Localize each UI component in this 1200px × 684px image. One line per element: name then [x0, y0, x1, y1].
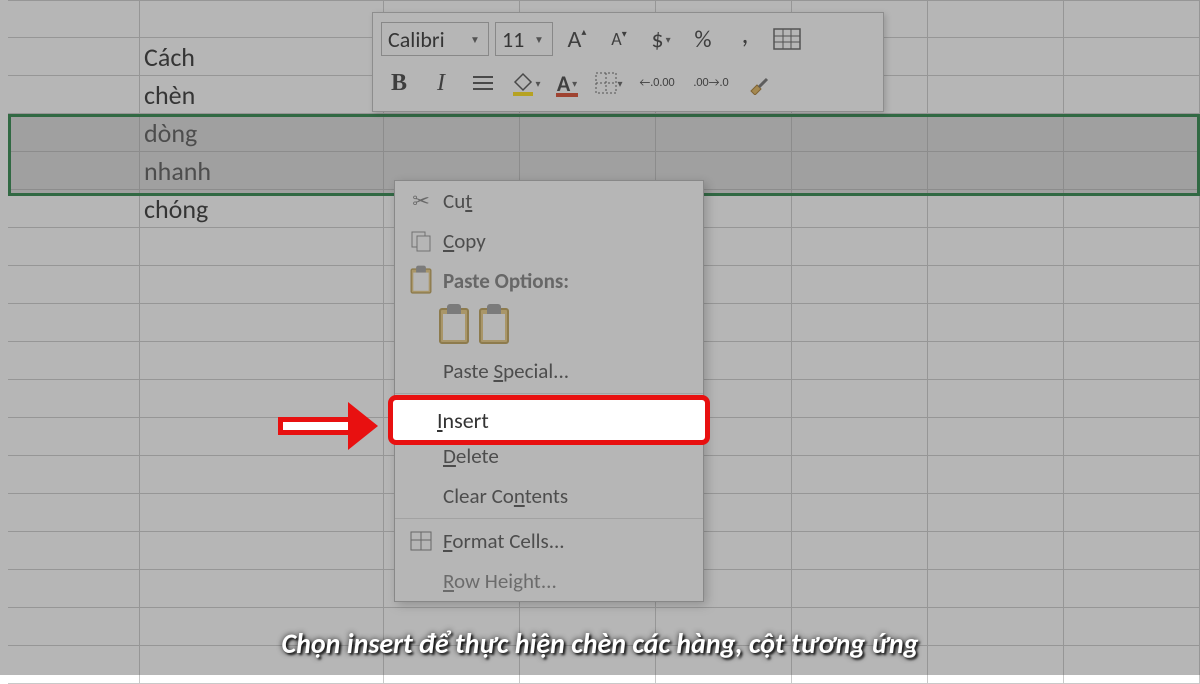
borders-icon [595, 72, 617, 94]
borders-button[interactable]: ▾ [591, 65, 627, 101]
increase-decimal-button[interactable]: ←.0.00 [633, 65, 681, 101]
insert-highlight-box: Insert [388, 395, 710, 445]
paint-bucket-icon [509, 70, 535, 96]
menu-item-copy[interactable]: Copy [395, 221, 703, 261]
cell[interactable] [8, 38, 140, 75]
currency-button[interactable]: $▾ [643, 21, 679, 57]
menu-label: Format Cells... [439, 528, 695, 554]
decrease-decimal-button[interactable]: .00→.0 [687, 65, 735, 101]
clipboard-icon [403, 263, 439, 299]
menu-label: Delete [439, 443, 695, 469]
increase-font-button[interactable]: A▴ [559, 21, 595, 57]
table-icon [773, 28, 801, 50]
menu-item-row-height[interactable]: Row Height... [395, 561, 703, 601]
menu-label: Row Height... [439, 568, 695, 594]
menu-label: Copy [439, 228, 695, 254]
annotation-arrow [278, 402, 378, 450]
menu-label: Paste Options: [439, 268, 695, 294]
cell[interactable]: chèn [140, 76, 384, 113]
font-size-field[interactable]: 11 ▼ [495, 22, 553, 56]
cell[interactable] [8, 114, 140, 151]
cell[interactable]: nhanh [140, 152, 384, 189]
mini-toolbar: Calibri ▼ 11 ▼ A▴ A▾ $▾ % , B I ▾ A ▾ [372, 12, 884, 112]
align-button[interactable] [465, 65, 501, 101]
bold-button[interactable]: B [381, 65, 417, 101]
align-icon [471, 73, 495, 93]
decrease-font-button[interactable]: A▾ [601, 21, 637, 57]
paste-option-values[interactable] [479, 308, 509, 344]
font-name-value: Calibri [388, 26, 445, 53]
format-cells-icon [403, 531, 439, 551]
font-name-field[interactable]: Calibri ▼ [381, 22, 489, 56]
cell[interactable] [140, 1, 384, 37]
cell[interactable] [8, 76, 140, 113]
menu-item-clear-contents[interactable]: Clear Contents [395, 476, 703, 516]
menu-item-paste-special[interactable]: Paste Special... [395, 351, 703, 391]
font-size-value: 11 [502, 26, 524, 53]
comma-style-button[interactable]: , [727, 21, 763, 57]
percent-button[interactable]: % [685, 21, 721, 57]
grid-row[interactable]: dòng [8, 114, 1200, 152]
context-menu: ✂ Cut Copy Paste Options: Paste Special.… [394, 180, 704, 602]
cell[interactable]: chóng [140, 190, 384, 227]
paintbrush-icon [747, 71, 771, 95]
menu-label: Insert [437, 407, 489, 434]
cell[interactable] [8, 1, 140, 37]
italic-button[interactable]: I [423, 65, 459, 101]
cell[interactable] [8, 190, 140, 227]
scissors-icon: ✂ [403, 188, 439, 214]
chevron-down-icon[interactable]: ▼ [532, 33, 546, 46]
color-underline-icon [556, 93, 578, 99]
menu-label: Clear Contents [439, 483, 695, 509]
cell[interactable]: dòng [140, 114, 384, 151]
chevron-down-icon[interactable]: ▼ [468, 33, 482, 46]
cell[interactable] [8, 152, 140, 189]
font-color-button[interactable]: A ▾ [549, 65, 585, 101]
format-cells-button[interactable] [769, 21, 805, 57]
menu-item-cut[interactable]: ✂ Cut [395, 181, 703, 221]
menu-label: Paste Special... [439, 358, 695, 384]
format-painter-button[interactable] [741, 65, 777, 101]
copy-icon [403, 230, 439, 252]
menu-item-format-cells[interactable]: Format Cells... [395, 521, 703, 561]
fill-color-button[interactable]: ▾ [507, 65, 543, 101]
menu-header-paste-options: Paste Options: [395, 261, 703, 301]
cell[interactable]: Cách [140, 38, 384, 75]
caption-text: Chọn insert để thực hiện chèn các hàng, … [0, 626, 1200, 661]
paste-option-default[interactable] [439, 308, 469, 344]
